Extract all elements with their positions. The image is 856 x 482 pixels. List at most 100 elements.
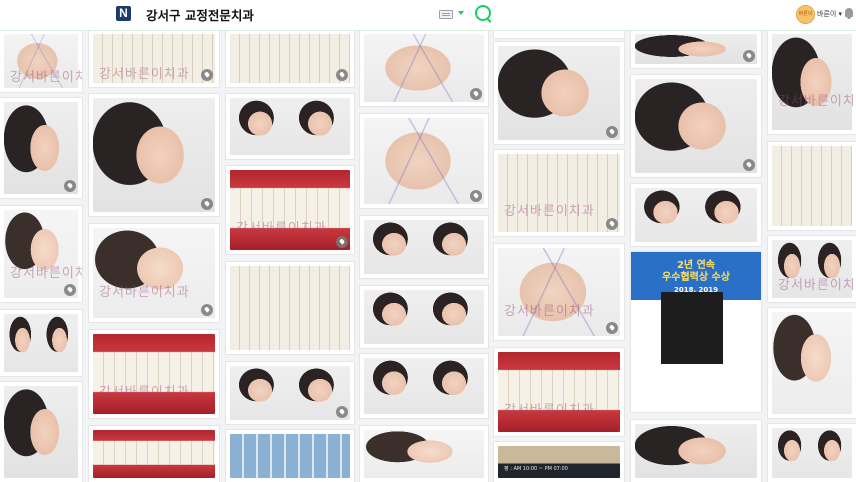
image-tile[interactable] [226, 430, 354, 482]
image [498, 352, 620, 432]
image-tile[interactable]: 2년 연속 우수협력상 수상 2018. 2019 [631, 252, 761, 412]
image-tile[interactable] [360, 286, 488, 348]
image-tile[interactable] [631, 184, 761, 246]
image [635, 79, 757, 173]
image-tile[interactable] [360, 354, 488, 418]
naver-logo[interactable]: N [116, 6, 131, 21]
image-tile[interactable]: 강서바른이치과 [89, 224, 219, 322]
search-icon[interactable] [475, 5, 491, 21]
location-pin-icon[interactable] [743, 159, 755, 171]
image-tile[interactable] [768, 424, 856, 482]
image [498, 248, 620, 336]
image [772, 428, 852, 478]
image [93, 98, 215, 212]
image-tile[interactable] [0, 382, 82, 482]
location-pin-icon[interactable] [743, 50, 755, 62]
image-tile[interactable]: 강서바른이치과 [0, 206, 82, 302]
page-title[interactable]: 강서구 교정전문치과 [146, 5, 254, 24]
image-tile[interactable] [494, 42, 624, 144]
location-pin-icon[interactable] [201, 304, 213, 316]
image-tile[interactable] [89, 94, 219, 216]
image-tile[interactable] [631, 420, 761, 482]
image [93, 228, 215, 318]
image [230, 98, 350, 155]
image-tile[interactable] [226, 262, 354, 354]
image-tile[interactable] [226, 362, 354, 424]
image [93, 430, 215, 478]
image-tile[interactable] [360, 216, 488, 278]
image [364, 220, 484, 274]
watermark: 강서바른이치과 [10, 265, 82, 281]
user-name-menu[interactable]: 바른이 ▾ [817, 9, 842, 19]
image-tile[interactable]: 강서바른이치과 [226, 166, 354, 254]
image-tile[interactable] [360, 114, 488, 208]
image [635, 34, 757, 64]
image [498, 154, 620, 232]
image-tile[interactable]: 평 : AM 10:00 ~ PM 07:00 [494, 442, 624, 482]
image-grid: 강서바른이치과 강서바른이치과 강서바른이치과 강서바른이치과 강서바른이치과 [0, 30, 856, 482]
image [772, 146, 852, 226]
location-pin-icon[interactable] [336, 69, 348, 81]
location-pin-icon[interactable] [201, 69, 213, 81]
watermark: 강서바른이치과 [504, 303, 595, 319]
image [772, 312, 852, 414]
image-tile[interactable] [631, 30, 761, 68]
image [230, 170, 350, 250]
image-tile[interactable] [226, 30, 354, 87]
location-pin-icon[interactable] [606, 126, 618, 138]
watermark: 강서바른이치과 [236, 221, 327, 237]
location-pin-icon[interactable] [606, 322, 618, 334]
image-tile[interactable] [360, 426, 488, 482]
image-tile[interactable] [494, 30, 624, 38]
award-title-line2: 우수협력상 수상 [662, 272, 730, 283]
image [772, 34, 852, 130]
avatar[interactable]: 바른이 [796, 5, 815, 24]
image [364, 118, 484, 204]
image: 평 : AM 10:00 ~ PM 07:00 [498, 446, 620, 478]
watermark: 강서바른이치과 [10, 69, 82, 85]
image [93, 334, 215, 414]
award-banner: 2년 연속 우수협력상 수상 2018. 2019 [631, 260, 761, 296]
location-pin-icon[interactable] [64, 180, 76, 192]
image-tile[interactable] [0, 310, 82, 376]
image-tile[interactable]: 강서바른이치과 [494, 348, 624, 436]
watermark: 강서바른이치과 [99, 67, 190, 83]
top-bar: N 강서구 교정전문치과 바른이 바른이 ▾ [0, 0, 856, 31]
location-pin-icon[interactable] [336, 236, 348, 248]
image-tile[interactable] [226, 94, 354, 159]
image [364, 358, 484, 414]
image-tile[interactable]: 강서바른이치과 [0, 30, 82, 92]
bell-icon[interactable] [845, 8, 853, 19]
image-tile[interactable]: 강서바른이치과 [89, 330, 219, 418]
image-tile[interactable] [768, 142, 856, 230]
location-pin-icon[interactable] [470, 88, 482, 100]
image-tile[interactable]: 강서바른이치과 [89, 30, 219, 87]
image [635, 188, 757, 242]
location-pin-icon[interactable] [470, 190, 482, 202]
image-tile[interactable] [360, 30, 488, 106]
image-tile[interactable] [0, 98, 82, 198]
image-tile[interactable] [631, 75, 761, 177]
chevron-down-icon[interactable] [458, 11, 464, 15]
image [364, 290, 484, 344]
location-pin-icon[interactable] [64, 284, 76, 296]
watermark: 강서바른이치과 [99, 385, 190, 401]
location-pin-icon[interactable] [336, 406, 348, 418]
image [364, 34, 484, 102]
image-tile[interactable] [768, 308, 856, 418]
location-pin-icon[interactable] [201, 198, 213, 210]
image [230, 266, 350, 350]
keyboard-icon[interactable] [439, 10, 453, 19]
image-tile[interactable]: 강서바른이치과 [494, 244, 624, 340]
image [230, 34, 350, 83]
sign-text: 평 : AM 10:00 ~ PM 07:00 [504, 466, 568, 472]
location-pin-icon[interactable] [606, 218, 618, 230]
image-tile[interactable] [89, 426, 219, 482]
image-tile[interactable]: 강서바른이치과 [768, 30, 856, 134]
image [230, 366, 350, 420]
image-tile[interactable]: 강서바른이치과 [494, 150, 624, 236]
image [498, 46, 620, 140]
image [4, 386, 78, 478]
watermark: 강서바른이치과 [504, 203, 595, 219]
image-tile[interactable]: 강서바른이치과 [768, 236, 856, 302]
